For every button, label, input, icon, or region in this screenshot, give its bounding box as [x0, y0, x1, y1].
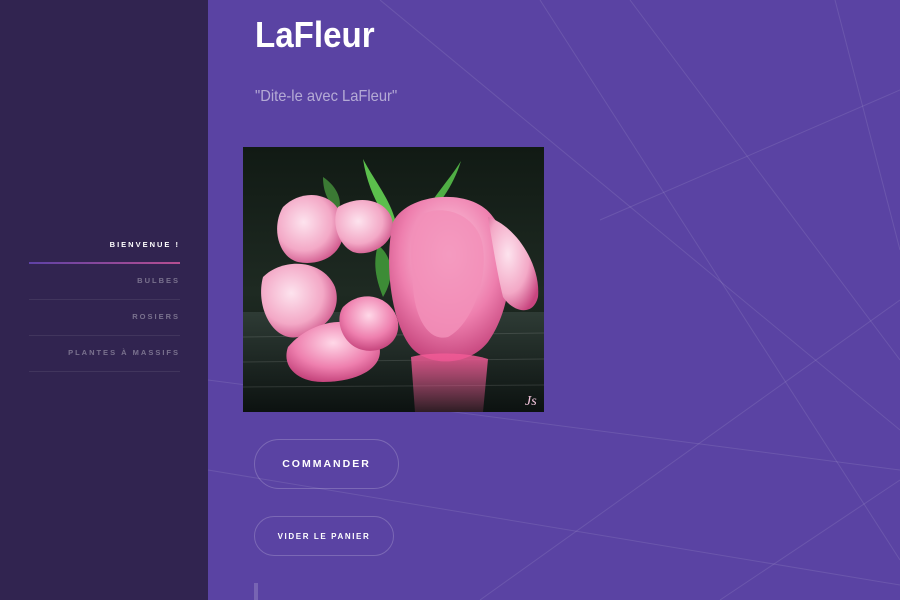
main-content: LaFleur "Dite-le avec LaFleur" Js COMMAN…: [208, 0, 900, 600]
sidebar-item-bulbes[interactable]: Bulbes: [29, 264, 180, 300]
rose-image: Js: [243, 147, 544, 412]
sidebar-item-rosiers[interactable]: Rosiers: [29, 300, 180, 336]
clear-cart-button[interactable]: Vider le panier: [254, 516, 394, 556]
sidebar: Bienvenue ! Bulbes Rosiers Plantes à mas…: [0, 0, 208, 600]
sidebar-item-bienvenue[interactable]: Bienvenue !: [29, 228, 180, 264]
site-title: LaFleur: [255, 14, 375, 55]
tagline: "Dite-le avec LaFleur": [255, 88, 398, 105]
svg-text:Js: Js: [525, 394, 537, 409]
sidebar-nav: Bienvenue ! Bulbes Rosiers Plantes à mas…: [29, 228, 180, 372]
order-button[interactable]: Commander: [254, 439, 399, 489]
page: Bienvenue ! Bulbes Rosiers Plantes à mas…: [0, 0, 900, 600]
sidebar-item-plantes-a-massifs[interactable]: Plantes à massifs: [29, 336, 180, 372]
blockquote-bar: [254, 583, 258, 600]
